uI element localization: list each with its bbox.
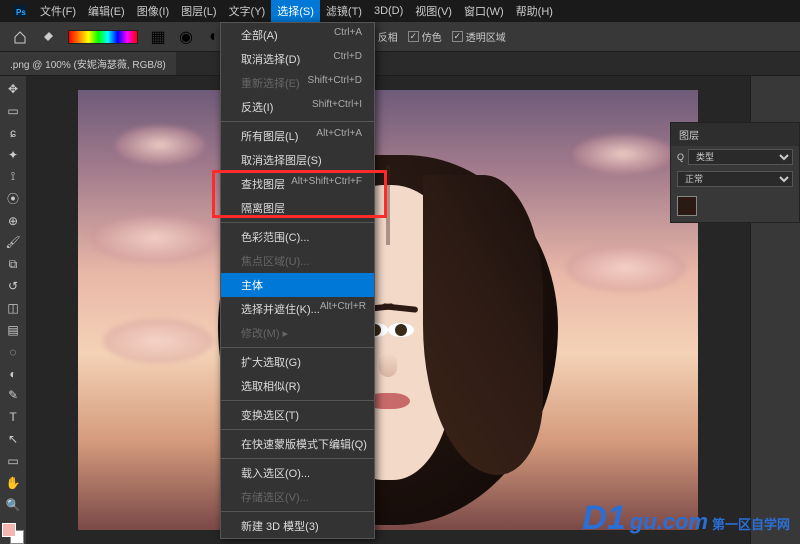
tool-blur[interactable]: ◌ [3,342,23,361]
tool-eraser[interactable]: ◫ [3,299,23,318]
menu-3d[interactable]: 3D(D) [368,2,409,20]
menu-item-新建 3D 模型3[interactable]: 新建 3D 模型(3) [221,514,374,538]
tool-type[interactable]: T [3,408,23,427]
menu-item-所有图层L[interactable]: 所有图层(L)Alt+Ctrl+A [221,124,374,148]
tool-dodge[interactable]: ◐ [3,364,23,383]
layer-kind-select[interactable]: 类型 [688,149,793,165]
menu-item-查找图层[interactable]: 查找图层Alt+Shift+Ctrl+F [221,172,374,196]
menu-视图[interactable]: 视图(V) [409,0,458,22]
layers-panel: 图层 Q 类型 正常 [670,122,800,223]
menu-item-扩大选取G[interactable]: 扩大选取(G) [221,350,374,374]
tool-eyedrop[interactable]: ⦿ [3,189,23,208]
menu-item-取消选择D[interactable]: 取消选择(D)Ctrl+D [221,47,374,71]
document-tabs: .png @ 100% (安妮海瑟薇, RGB/8) [0,52,800,76]
menu-选择[interactable]: 选择(S) [271,0,320,22]
menu-item-焦点区域U: 焦点区域(U)... [221,249,374,273]
tool-brush[interactable]: 🖌 [3,233,23,252]
menu-文字[interactable]: 文字(Y) [223,0,272,22]
app-icon: Ps [9,0,31,22]
watermark-cn: 第一区自学网 [712,514,790,533]
menu-item-修改M: 修改(M) ▸ [221,321,374,345]
menu-item-存储选区V: 存储选区(V)... [221,485,374,509]
tab-document[interactable]: .png @ 100% (安妮海瑟薇, RGB/8) [0,52,176,75]
menu-item-选取相似R[interactable]: 选取相似(R) [221,374,374,398]
menu-item-主体[interactable]: 主体 [221,273,374,297]
blend-mode-select[interactable]: 正常 [677,171,793,187]
tool-marquee[interactable]: ▭ [3,102,23,121]
watermark: D1 gu.com 第一区自学网 [582,499,790,538]
menu-item-变换选区T[interactable]: 变换选区(T) [221,403,374,427]
color-swatches[interactable] [2,523,24,544]
tool-column: ✥ ▭ ɕ ✦ ⟟ ⦿ ⊕ 🖌 ⧉ ↺ ◫ ▤ ◌ ◐ ✎ T ↖ ▭ ✋ 🔍 [0,76,26,544]
canvas-content [78,90,698,530]
tool-wand[interactable]: ✦ [3,146,23,165]
menu-帮助[interactable]: 帮助(H) [510,0,559,22]
menu-图层[interactable]: 图层(L) [175,0,222,22]
option-仿色[interactable]: ✓仿色 [408,29,442,44]
menu-item-选择并遮住K[interactable]: 选择并遮住(K)...Alt+Ctrl+R [221,297,374,321]
menu-item-取消选择图层S[interactable]: 取消选择图层(S) [221,148,374,172]
menu-窗口[interactable]: 窗口(W) [458,0,510,22]
tool-pen[interactable]: ✎ [3,386,23,405]
tool-lasso[interactable]: ɕ [3,124,23,143]
tool-move[interactable]: ✥ [3,80,23,99]
gradient-linear-icon[interactable]: ▦ [147,26,169,48]
layer-thumbnail[interactable] [677,196,697,216]
tool-crop[interactable]: ⟟ [3,167,23,186]
menu-文件[interactable]: 文件(F) [34,0,82,22]
layers-panel-title: 图层 [671,123,799,146]
home-icon[interactable] [9,26,31,48]
tool-stamp[interactable]: ⧉ [3,255,23,274]
menu-滤镜[interactable]: 滤镜(T) [320,0,368,22]
tool-hand[interactable]: ✋ [3,473,23,492]
select-menu-dropdown: 全部(A)Ctrl+A取消选择(D)Ctrl+D重新选择(E)Shift+Ctr… [220,22,375,539]
menu-item-隔离图层[interactable]: 隔离图层 [221,196,374,220]
tool-path[interactable]: ↖ [3,430,23,449]
menu-item-重新选择E: 重新选择(E)Shift+Ctrl+D [221,71,374,95]
options-bar: ▦ ◉ ◐ ▥ ◈ 容差: ✓反相✓仿色✓透明区域 [0,22,800,52]
tool-heal[interactable]: ⊕ [3,211,23,230]
menu-item-反选I[interactable]: 反选(I)Shift+Ctrl+I [221,95,374,119]
menu-item-全部A[interactable]: 全部(A)Ctrl+A [221,23,374,47]
menu-图像[interactable]: 图像(I) [131,0,175,22]
gradient-preview[interactable] [68,30,138,44]
svg-text:Ps: Ps [16,8,26,17]
gradient-radial-icon[interactable]: ◉ [175,26,197,48]
canvas[interactable] [26,76,750,544]
menu-编辑[interactable]: 编辑(E) [82,0,131,22]
watermark-brand: D1 [582,499,625,538]
tool-history[interactable]: ↺ [3,277,23,296]
menu-item-载入选区O[interactable]: 载入选区(O)... [221,461,374,485]
menu-item-在快速蒙版模式下编辑Q[interactable]: 在快速蒙版模式下编辑(Q) [221,432,374,456]
bucket-icon[interactable] [37,26,59,48]
menu-item-色彩范围C[interactable]: 色彩范围(C)... [221,225,374,249]
option-透明区域[interactable]: ✓透明区域 [452,29,506,44]
watermark-suffix: gu.com [630,509,708,535]
menubar: Ps 文件(F)编辑(E)图像(I)图层(L)文字(Y)选择(S)滤镜(T)3D… [0,0,800,22]
tool-gradient[interactable]: ▤ [3,320,23,339]
tool-zoom[interactable]: 🔍 [3,495,23,514]
tool-shape[interactable]: ▭ [3,452,23,471]
